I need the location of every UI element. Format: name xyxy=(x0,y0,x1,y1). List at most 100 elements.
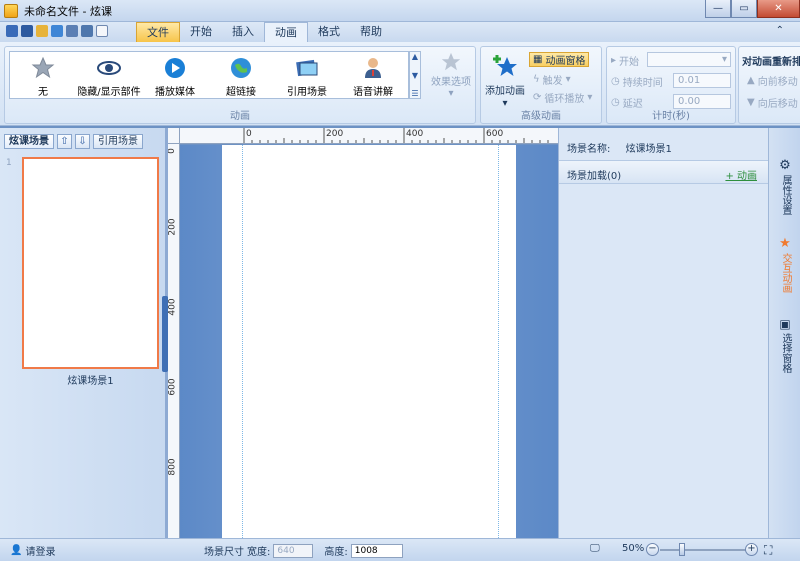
tab-insert[interactable]: 插入 xyxy=(222,22,264,42)
gallery-item-play-media[interactable]: 播放媒体 xyxy=(142,52,208,98)
height-input[interactable]: 1008 xyxy=(350,543,403,558)
move-later-button[interactable]: ▼ 向后移动 xyxy=(747,95,798,110)
height-label: 高度: xyxy=(324,547,348,558)
close-button[interactable]: ✕ xyxy=(757,0,800,18)
gallery-expand-icon[interactable]: ☰ xyxy=(411,89,418,98)
duration-field[interactable]: 0.01 xyxy=(673,73,731,88)
chevron-down-icon: ▾ xyxy=(448,88,454,99)
zoom-slider[interactable] xyxy=(660,549,748,551)
scene-canvas-page[interactable] xyxy=(222,145,516,538)
add-animation-link[interactable]: + 动画 xyxy=(725,167,757,182)
fit-page-icon[interactable]: ⛶ xyxy=(764,543,772,558)
gear-icon: ⚙ xyxy=(779,158,791,173)
lightning-icon: ϟ xyxy=(533,74,540,85)
duration-value: 0.01 xyxy=(678,75,701,86)
side-tab-label: 交互动画 xyxy=(780,253,791,293)
play-icon xyxy=(163,56,187,80)
publish-icon[interactable] xyxy=(81,25,93,37)
top-ruler: 0 200 400 600 xyxy=(180,128,558,144)
tab-selection-pane[interactable]: ▣ 选择窗格 xyxy=(769,318,800,373)
guide-line xyxy=(242,145,243,538)
window-controls: — ▭ ✕ xyxy=(705,0,800,18)
login-link[interactable]: 👤 请登录 xyxy=(10,543,55,558)
trigger-label: 触发 xyxy=(542,76,563,87)
user-icon: 👤 xyxy=(10,545,23,556)
group-label: 高级动画 xyxy=(521,111,561,122)
scene-name-row: 场景名称: 炫课场景1 xyxy=(567,140,672,155)
add-animation-button[interactable]: 添加动画 ▾ xyxy=(485,53,525,109)
scene-thumbnail[interactable] xyxy=(22,157,159,369)
tab-format[interactable]: 格式 xyxy=(308,22,350,42)
ruler-tick-label: 400 xyxy=(168,298,178,316)
status-bar: 👤 请登录 场景尺寸 宽度: 640 高度: 1008 🖵 50% − + ⛶ xyxy=(0,538,800,561)
properties-panel: 场景名称: 炫课场景1 场景加载(0) + 动画 xyxy=(558,128,769,538)
upload-icon[interactable] xyxy=(51,25,63,37)
loop-play-label: 循环播放 xyxy=(544,94,585,105)
tab-property-settings[interactable]: ⚙ 属性设置 xyxy=(769,158,800,215)
tab-reference-scene[interactable]: 引用场景 xyxy=(93,134,143,149)
trigger-button[interactable]: ϟ 触发 ▾ xyxy=(533,72,571,87)
window-title: 未命名文件 - 炫课 xyxy=(24,4,112,18)
play-small-icon: ▸ xyxy=(611,55,617,66)
restore-button[interactable]: ▭ xyxy=(731,0,757,18)
gallery-item-reference-scene[interactable]: 引用场景 xyxy=(274,52,340,98)
tab-help[interactable]: 帮助 xyxy=(350,22,392,42)
save-icon[interactable] xyxy=(6,25,18,37)
monitor-icon: 🖵 xyxy=(590,543,600,554)
gallery-item-voice[interactable]: 语音讲解 xyxy=(340,52,406,98)
ruler-tick-label: 200 xyxy=(168,218,178,236)
triangle-down-icon: ▼ xyxy=(747,97,755,108)
move-down-button[interactable]: ⇩ xyxy=(75,134,90,149)
open-folder-icon[interactable] xyxy=(36,25,48,37)
gallery-scrollbar[interactable]: ▲ ▼ ☰ xyxy=(409,51,421,99)
move-earlier-button[interactable]: ▲ 向前移动 xyxy=(747,73,798,88)
start-label-text: 开始 xyxy=(619,57,640,68)
effect-star-icon xyxy=(441,52,461,71)
width-label: 宽度: xyxy=(247,547,271,558)
start-label: ▸ 开始 xyxy=(611,53,639,68)
gallery-item-none[interactable]: 无 xyxy=(10,52,76,98)
start-select[interactable]: ▾ xyxy=(647,52,731,67)
scroll-down-icon[interactable]: ▼ xyxy=(412,71,418,80)
width-input[interactable]: 640 xyxy=(273,543,314,558)
zoom-slider-thumb[interactable] xyxy=(679,543,685,556)
scene-size-group: 场景尺寸 宽度: 640 高度: 1008 xyxy=(204,543,403,558)
speaker-icon xyxy=(361,56,385,80)
tab-animation[interactable]: 动画 xyxy=(264,22,308,42)
left-ruler: 0 200 400 600 800 xyxy=(168,144,180,538)
eye-icon xyxy=(96,56,122,80)
preview-icon[interactable] xyxy=(66,25,78,37)
animation-gallery: 无 隐藏/显示部件 播放媒体 超链接 引用场景 语音讲解 xyxy=(9,51,409,99)
window-icon: ▣ xyxy=(779,317,791,331)
guide-line xyxy=(498,145,499,538)
tab-start[interactable]: 开始 xyxy=(180,22,222,42)
ribbon-collapse-icon[interactable]: ⌃ xyxy=(776,25,784,36)
minimize-button[interactable]: — xyxy=(705,0,731,18)
save-as-icon[interactable] xyxy=(21,25,33,37)
zoom-out-button[interactable]: − xyxy=(646,543,659,556)
zoom-in-button[interactable]: + xyxy=(745,543,758,556)
duration-label: ◷ 持续时间 xyxy=(611,74,663,89)
star-icon xyxy=(31,56,55,80)
scene-thumbnail-label: 炫课场景1 xyxy=(67,376,114,387)
ruler-tick-label: 800 xyxy=(168,458,178,476)
loop-play-button[interactable]: ⟳ 循环播放 ▾ xyxy=(533,90,592,105)
animation-pane-button[interactable]: ▦ 动画窗格 xyxy=(529,52,590,67)
tab-scenes[interactable]: 炫课场景 xyxy=(4,134,54,149)
ruler-tick-label: 400 xyxy=(406,129,424,139)
fit-view-button[interactable]: 🖵 xyxy=(590,543,600,554)
gallery-item-hide-show[interactable]: 隐藏/显示部件 xyxy=(76,52,142,98)
document-icon[interactable] xyxy=(96,25,108,37)
tab-file[interactable]: 文件 xyxy=(136,22,180,42)
effect-options-button[interactable]: 效果选项 ▾ xyxy=(423,51,479,99)
triangle-up-icon: ▲ xyxy=(747,75,755,86)
scene-name-value: 炫课场景1 xyxy=(625,144,672,155)
tab-interactive-animation[interactable]: ★ 交互动画 xyxy=(769,237,800,293)
gallery-item-hyperlink[interactable]: 超链接 xyxy=(208,52,274,98)
move-up-button[interactable]: ⇧ xyxy=(57,134,72,149)
scroll-up-icon[interactable]: ▲ xyxy=(412,52,418,61)
ribbon-tab-row: 文件 开始 插入 动画 格式 帮助 ⌃ xyxy=(0,22,800,42)
zoom-level: 50% xyxy=(622,543,645,554)
globe-icon xyxy=(229,56,253,80)
chevron-down-icon: ▾ xyxy=(587,92,593,103)
